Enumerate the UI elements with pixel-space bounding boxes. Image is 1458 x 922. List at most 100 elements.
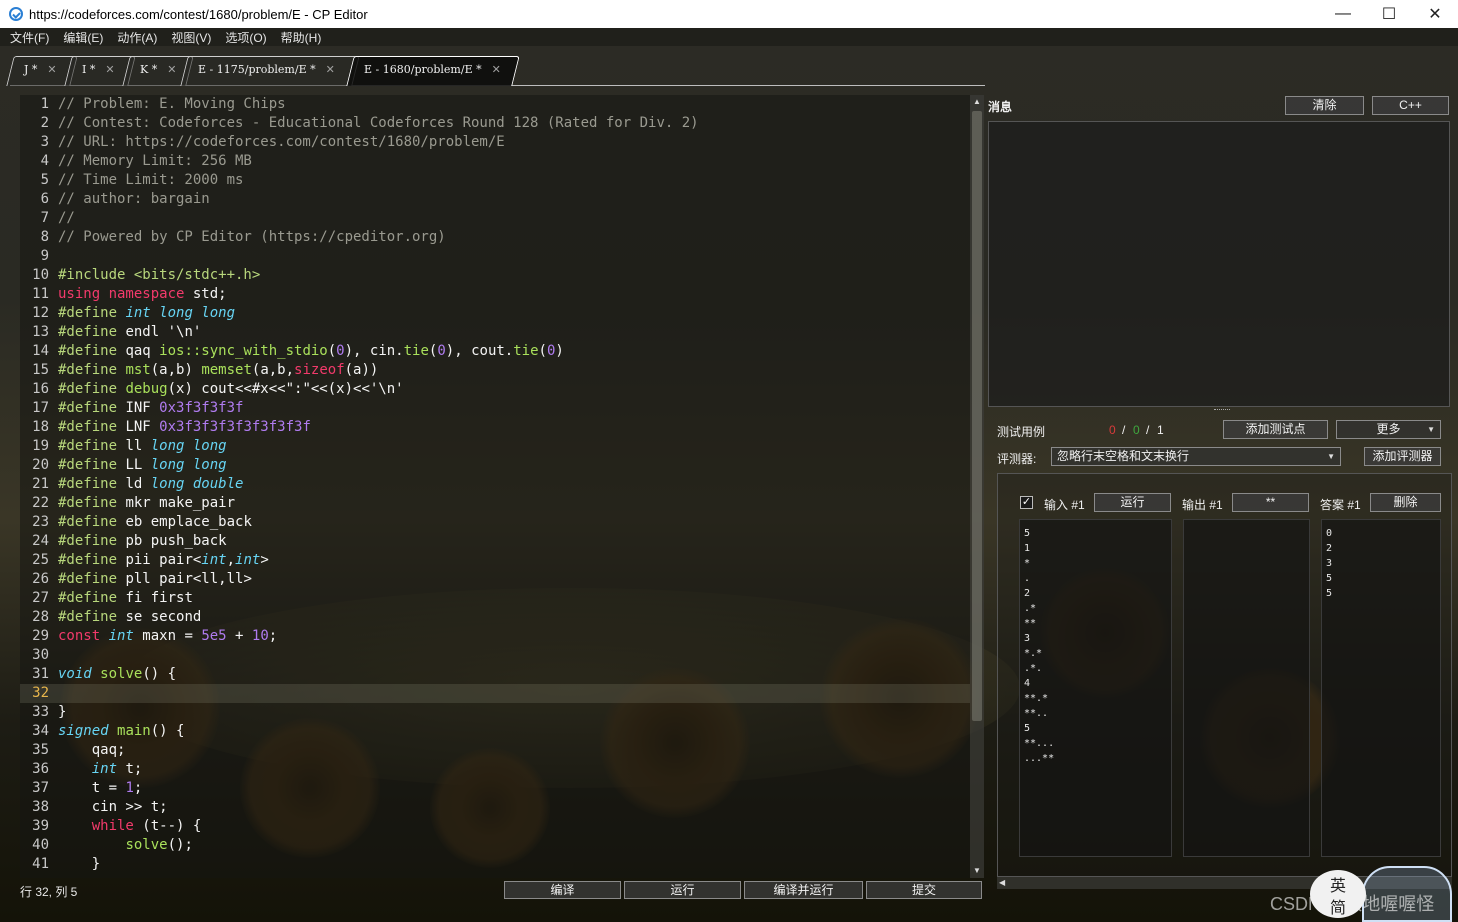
code-line[interactable]: 21 #define ld long double xyxy=(20,475,970,494)
code-line[interactable]: 34 signed main() { xyxy=(20,722,970,741)
code-line[interactable]: 15 #define mst(a,b) memset(a,b,sizeof(a)) xyxy=(20,361,970,380)
add-checker-button[interactable]: 添加评测器 xyxy=(1364,447,1441,466)
tab-close-icon[interactable]: ✕ xyxy=(47,63,56,76)
code-line[interactable]: 1 // Problem: E. Moving Chips xyxy=(20,95,970,114)
menu-view[interactable]: 视图(V) xyxy=(171,29,211,46)
editor-vertical-scrollbar[interactable]: ▲ ▼ xyxy=(970,95,984,878)
line-number: 30 xyxy=(32,647,49,663)
code-token: // xyxy=(58,210,75,226)
menu-options[interactable]: 选项(O) xyxy=(225,29,266,46)
code-line[interactable]: 37 t = 1; xyxy=(20,779,970,798)
line-number: 11 xyxy=(32,286,49,302)
menu-help[interactable]: 帮助(H) xyxy=(281,29,322,46)
code-line[interactable]: 13 #define endl '\n' xyxy=(20,323,970,342)
code-line[interactable]: 4 // Memory Limit: 256 MB xyxy=(20,152,970,171)
language-button[interactable]: C++ xyxy=(1372,96,1449,115)
answer-label: 答案 #1 xyxy=(1320,498,1361,512)
tab-close-icon[interactable]: ✕ xyxy=(326,63,335,76)
compile-button[interactable]: 编译 xyxy=(504,881,621,899)
tab-1175-e[interactable]: E - 1175/problem/E * ✕ xyxy=(184,52,356,86)
code-line[interactable]: 23 #define eb emplace_back xyxy=(20,513,970,532)
code-line[interactable]: 25 #define pii pair<int,int> xyxy=(20,551,970,570)
scroll-thumb[interactable] xyxy=(972,111,982,721)
diff-button[interactable]: ** xyxy=(1232,493,1309,512)
compile-and-run-button[interactable]: 编译并运行 xyxy=(744,881,863,899)
code-line[interactable]: 22 #define mkr make_pair xyxy=(20,494,970,513)
line-number: 21 xyxy=(32,476,49,492)
testcase-enable-checkbox[interactable]: ✓ xyxy=(1020,496,1033,509)
delete-testcase-button[interactable]: 删除 xyxy=(1370,493,1441,512)
tab-close-icon[interactable]: ✕ xyxy=(492,63,501,76)
output-textbox[interactable] xyxy=(1183,519,1310,857)
minimize-icon[interactable]: — xyxy=(1320,0,1366,28)
code-line[interactable]: 7 // xyxy=(20,209,970,228)
code-line[interactable]: 39 while (t--) { xyxy=(20,817,970,836)
code-line[interactable]: 11 using namespace std; xyxy=(20,285,970,304)
code-line[interactable]: 16 #define debug(x) cout<<#x<<":"<<(x)<<'… xyxy=(20,380,970,399)
code-line[interactable]: 26 #define pll pair<ll,ll> xyxy=(20,570,970,589)
line-number: 19 xyxy=(32,438,49,454)
code-line[interactable]: 28 #define se second xyxy=(20,608,970,627)
add-testcase-button[interactable]: 添加测试点 xyxy=(1223,420,1328,439)
maximize-icon[interactable]: ☐ xyxy=(1366,0,1412,28)
line-number: 1 xyxy=(40,96,49,112)
code-line[interactable]: 32 xyxy=(20,684,970,703)
code-token: ll xyxy=(125,438,151,454)
code-line[interactable]: 35 qaq; xyxy=(20,741,970,760)
code-line[interactable]: 29 const int maxn = 5e5 + 10; xyxy=(20,627,970,646)
code-token: #define xyxy=(58,552,126,568)
code-line[interactable]: 8 // Powered by CP Editor (https://cpedit… xyxy=(20,228,970,247)
menu-file[interactable]: 文件(F) xyxy=(10,29,49,46)
code-line[interactable]: 17 #define INF 0x3f3f3f3f xyxy=(20,399,970,418)
tab-close-icon[interactable]: ✕ xyxy=(167,63,176,76)
code-editor[interactable]: 1 // Problem: E. Moving Chips 2 // Contest:… xyxy=(20,95,970,878)
input-textbox[interactable]: 5 1 * . 2 .* ** 3 *.* .*. 4 **.* **.. 5 … xyxy=(1019,519,1172,857)
scroll-down-icon[interactable]: ▼ xyxy=(970,864,984,878)
panel-splitter[interactable] xyxy=(1214,409,1230,411)
menu-edit[interactable]: 编辑(E) xyxy=(63,29,103,46)
code-line[interactable]: 24 #define pb push_back xyxy=(20,532,970,551)
line-number: 20 xyxy=(32,457,49,473)
code-token: 0 xyxy=(437,343,446,359)
code-line[interactable]: 20 #define LL long long xyxy=(20,456,970,475)
code-line[interactable]: 6 // author: bargain xyxy=(20,190,970,209)
code-line[interactable]: 10 #include <bits/stdc++.h> xyxy=(20,266,970,285)
checker-select[interactable]: 忽略行末空格和文末换行 ▼ xyxy=(1051,447,1341,466)
code-line[interactable]: 5 // Time Limit: 2000 ms xyxy=(20,171,970,190)
code-line[interactable]: 36 int t; xyxy=(20,760,970,779)
code-line[interactable]: 33} xyxy=(20,703,970,722)
answer-textbox[interactable]: 0 2 3 5 5 xyxy=(1321,519,1441,857)
scroll-up-icon[interactable]: ▲ xyxy=(970,95,984,109)
close-icon[interactable]: ✕ xyxy=(1412,0,1458,28)
code-line[interactable]: 3 // URL: https://codeforces.com/contest/… xyxy=(20,133,970,152)
code-line[interactable]: 40 solve(); xyxy=(20,836,970,855)
clear-messages-button[interactable]: 清除 xyxy=(1285,96,1364,115)
tab-1680-e[interactable]: E - 1680/problem/E * ✕ xyxy=(350,52,516,86)
code-token: while xyxy=(91,818,143,834)
scroll-left-icon[interactable]: ◀ xyxy=(999,877,1005,889)
code-line[interactable]: 31 void solve() { xyxy=(20,665,970,684)
code-token: ), cin. xyxy=(344,343,404,359)
tab-close-icon[interactable]: ✕ xyxy=(105,63,114,76)
checker-label: 评测器: xyxy=(997,452,1037,466)
line-number: 15 xyxy=(32,362,49,378)
code-line[interactable]: 41 } xyxy=(20,855,970,874)
ime-indicator[interactable]: 英 简 xyxy=(1310,870,1366,918)
more-dropdown[interactable]: 更多 ▼ xyxy=(1336,420,1441,439)
menu-action[interactable]: 动作(A) xyxy=(117,29,157,46)
code-line[interactable]: 9 xyxy=(20,247,970,266)
code-line[interactable]: 38 cin >> t; xyxy=(20,798,970,817)
code-line[interactable]: 14 #define qaq ios::sync_with_stdio(0), c… xyxy=(20,342,970,361)
line-number: 3 xyxy=(40,134,49,150)
run-button[interactable]: 运行 xyxy=(624,881,741,899)
chevron-down-icon: ▼ xyxy=(1427,425,1435,434)
code-line[interactable]: 19 #define ll long long xyxy=(20,437,970,456)
code-line[interactable]: 18 #define LNF 0x3f3f3f3f3f3f3f3f xyxy=(20,418,970,437)
tab-label: K * xyxy=(140,62,158,76)
code-line[interactable]: 27 #define fi first xyxy=(20,589,970,608)
submit-button[interactable]: 提交 xyxy=(866,881,982,899)
code-line[interactable]: 30 xyxy=(20,646,970,665)
code-line[interactable]: 12 #define int long long xyxy=(20,304,970,323)
run-testcase-button[interactable]: 运行 xyxy=(1094,493,1171,512)
code-line[interactable]: 2 // Contest: Codeforces - Educational Co… xyxy=(20,114,970,133)
